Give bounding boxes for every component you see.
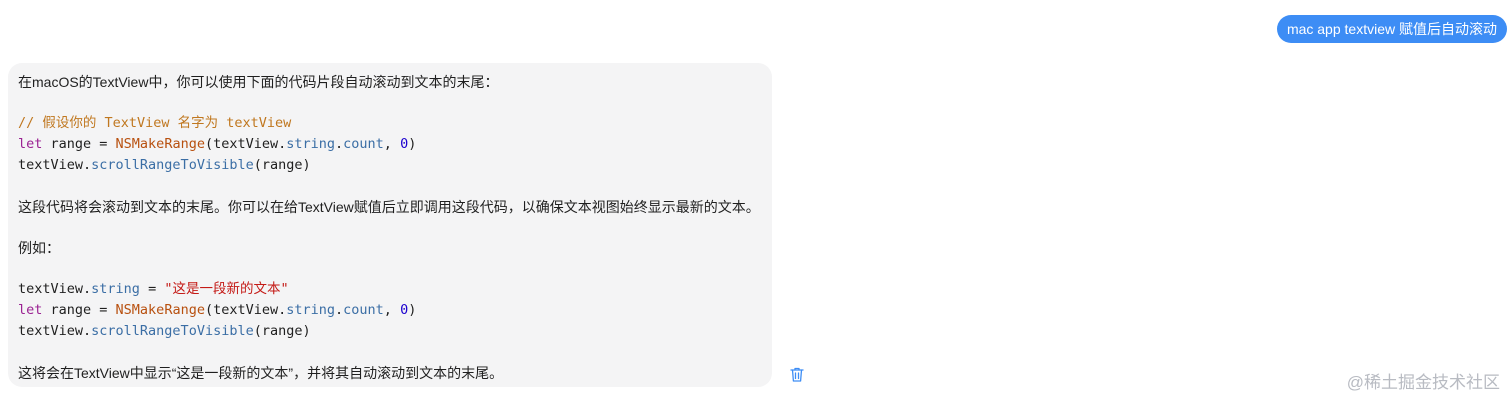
example-label: 例如： [18, 240, 60, 256]
code-text: textView. [18, 323, 92, 339]
intro-text: 在macOS的TextView中，你可以使用下面的代码片段自动滚动到文本的末尾： [18, 74, 499, 90]
code-text: textView. [18, 157, 92, 173]
code-property: count [343, 302, 384, 318]
code-text: range = [42, 302, 116, 318]
code-property: string [286, 302, 336, 318]
code-number: 0 [400, 302, 409, 318]
code-number: 0 [400, 136, 409, 152]
watermark: @稀土掘金技术社区 [1346, 373, 1500, 392]
code-text: (textView. [204, 302, 287, 318]
code-line: textView.scrollRangeToVisible(range) [18, 155, 762, 176]
code-keyword: let [18, 136, 43, 152]
code-text: ) [408, 136, 417, 152]
trash-icon[interactable] [789, 366, 805, 383]
code-block-1: // 假设你的 TextView 名字为 textView let range … [18, 113, 762, 176]
code-text: = [139, 281, 165, 297]
assistant-message-bubble: 在macOS的TextView中，你可以使用下面的代码片段自动滚动到文本的末尾：… [8, 63, 772, 387]
code-text: (textView. [204, 136, 287, 152]
code-keyword: let [18, 302, 43, 318]
outro-text: 这将会在TextView中显示“这是一段新的文本”，并将其自动滚动到文本的末尾。 [18, 365, 504, 381]
code-method: scrollRangeToVisible [91, 323, 254, 339]
code-property: string [286, 136, 336, 152]
code-text: (range) [253, 157, 311, 173]
code-string: "这是一段新的文本" [164, 281, 289, 297]
code-comment: // 假设你的 TextView 名字为 textView [18, 115, 292, 131]
code-property: string [91, 281, 140, 297]
code-line: let range = NSMakeRange(textView.string.… [18, 300, 762, 321]
code-line: let range = NSMakeRange(textView.string.… [18, 134, 762, 155]
code-line: textView.string = "这是一段新的文本" [18, 279, 762, 300]
code-line: textView.scrollRangeToVisible(range) [18, 321, 762, 342]
code-function: NSMakeRange [115, 302, 205, 318]
code-block-2: textView.string = "这是一段新的文本" let range =… [18, 279, 762, 342]
code-line: // 假设你的 TextView 名字为 textView [18, 113, 762, 134]
code-text: range = [42, 136, 116, 152]
code-text: (range) [253, 323, 311, 339]
code-text: , [383, 302, 401, 318]
code-text: . [335, 136, 344, 152]
code-text: . [335, 302, 344, 318]
explain-text: 这段代码将会滚动到文本的末尾。你可以在给TextView赋值后立即调用这段代码，… [18, 199, 760, 215]
code-text: textView. [18, 281, 92, 297]
code-text: , [383, 136, 401, 152]
user-message-bubble: mac app textview 赋值后自动滚动 [1276, 15, 1507, 43]
code-property: count [343, 136, 384, 152]
user-message-text: mac app textview 赋值后自动滚动 [1286, 21, 1497, 37]
code-text: ) [408, 302, 417, 318]
code-method: scrollRangeToVisible [91, 157, 254, 173]
code-function: NSMakeRange [115, 136, 205, 152]
chat-page: mac app textview 赋值后自动滚动 在macOS的TextView… [0, 0, 1512, 406]
